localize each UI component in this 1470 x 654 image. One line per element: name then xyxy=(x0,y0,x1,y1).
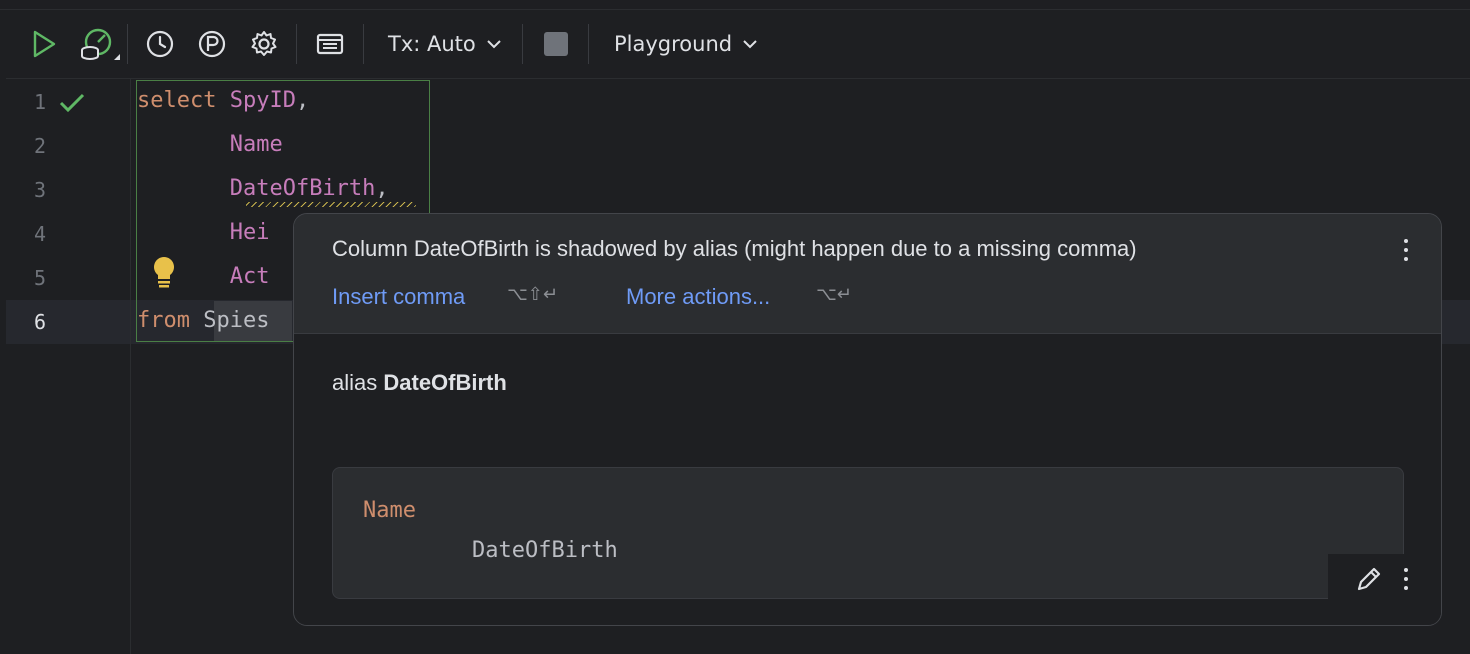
popup-documentation: alias DateOfBirth Name DateOfBirth xyxy=(294,334,1441,625)
popup-bottom-tools xyxy=(1328,554,1441,624)
code-line: Hei xyxy=(137,220,270,245)
output-layout-button[interactable] xyxy=(312,24,348,64)
code-token: , xyxy=(375,176,389,201)
layout-panel-icon xyxy=(316,33,344,55)
code-line: DateOfBirth, xyxy=(137,176,389,201)
db-gauge-icon xyxy=(81,28,120,60)
run-button[interactable] xyxy=(24,24,64,64)
line-number: 2 xyxy=(33,134,47,158)
code-token: Act xyxy=(229,264,270,289)
code-token: Hei xyxy=(229,220,270,245)
code-line: Name xyxy=(137,132,283,157)
popup-header: Column DateOfBirth is shadowed by alias … xyxy=(294,214,1441,334)
code-line: from Spies xyxy=(137,308,269,333)
code-line: Act xyxy=(137,264,270,289)
transaction-mode-label: Tx: Auto xyxy=(388,32,476,56)
more-actions-link[interactable]: More actions... xyxy=(626,284,770,310)
pin-parameters-button[interactable] xyxy=(194,24,230,64)
code-line: select SpyID, xyxy=(137,88,309,113)
toolbar-separator xyxy=(522,24,523,64)
code-token: , xyxy=(295,88,310,113)
explain-plan-button[interactable] xyxy=(74,24,126,64)
chevron-down-icon xyxy=(487,40,501,49)
stop-icon xyxy=(544,32,568,56)
history-button[interactable] xyxy=(142,24,178,64)
check-icon xyxy=(59,93,85,113)
session-target-dropdown[interactable]: Playground xyxy=(614,24,774,64)
code-snippet: Name DateOfBirth xyxy=(332,467,1404,599)
more-actions-shortcut: ⌥↵ xyxy=(816,284,852,305)
run-icon xyxy=(33,30,56,58)
toolbar-separator xyxy=(296,24,297,64)
window-top-strip xyxy=(0,0,1470,10)
gear-icon xyxy=(251,31,277,56)
snippet-line-name: Name xyxy=(363,498,416,523)
alias-prefix: alias xyxy=(332,370,378,395)
code-token: select xyxy=(137,88,217,113)
insert-comma-link[interactable]: Insert comma xyxy=(332,284,465,310)
code-token: Spies xyxy=(203,308,270,333)
alias-heading: alias DateOfBirth xyxy=(332,370,507,396)
toolbar-separator xyxy=(588,24,589,64)
p-circle-icon xyxy=(198,30,226,58)
line-number: 6 xyxy=(33,310,47,334)
pencil-icon[interactable] xyxy=(1354,564,1384,594)
code-token: SpyID xyxy=(229,88,296,113)
warning-squiggle xyxy=(246,202,416,207)
alias-name: DateOfBirth xyxy=(383,370,507,395)
code-token: DateOfBirth xyxy=(229,176,376,201)
gutter-divider xyxy=(130,79,131,654)
stop-button[interactable] xyxy=(540,24,572,64)
code-token: from xyxy=(137,308,190,333)
inspection-popup: Column DateOfBirth is shadowed by alias … xyxy=(293,213,1442,626)
editor-toolbar: Tx: Auto Playground xyxy=(6,10,1470,79)
more-options-icon[interactable] xyxy=(1403,239,1409,261)
toolbar-separator xyxy=(363,24,364,64)
transaction-mode-dropdown[interactable]: Tx: Auto xyxy=(388,24,508,64)
session-target-label: Playground xyxy=(614,32,733,56)
snippet-line-dateofbirth: DateOfBirth xyxy=(472,538,618,563)
inspection-message: Column DateOfBirth is shadowed by alias … xyxy=(332,236,1137,261)
code-token: Name xyxy=(229,132,283,157)
toolbar-separator xyxy=(127,24,128,64)
line-number: 5 xyxy=(33,266,47,290)
more-options-icon[interactable] xyxy=(1403,568,1409,590)
line-number: 1 xyxy=(33,90,47,114)
insert-comma-shortcut: ⌥⇧↵ xyxy=(507,284,558,305)
line-number: 3 xyxy=(33,178,47,202)
settings-button[interactable] xyxy=(246,24,282,64)
clock-icon xyxy=(146,30,174,58)
chevron-down-icon xyxy=(743,40,757,49)
line-number: 4 xyxy=(33,222,47,246)
